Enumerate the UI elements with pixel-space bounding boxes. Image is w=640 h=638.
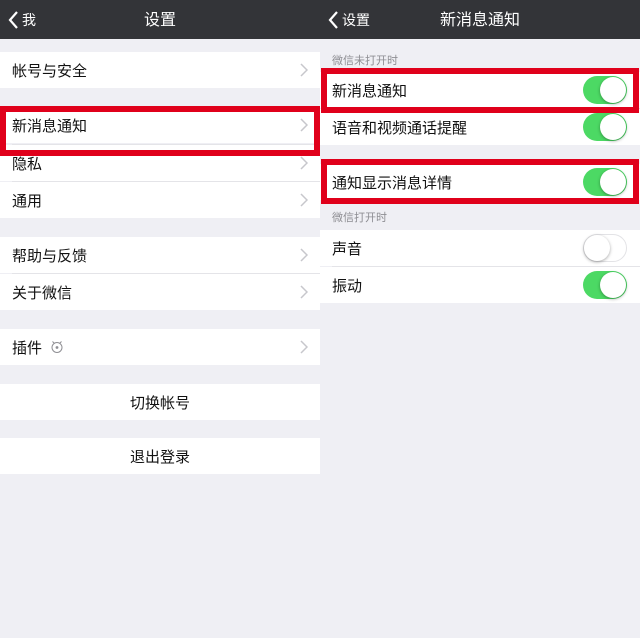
settings-item-general[interactable]: 通用 — [0, 182, 320, 218]
chevron-right-icon — [300, 340, 308, 354]
chevron-right-icon — [300, 63, 308, 77]
setting-row-voice-video: 语音和视频通话提醒 — [320, 109, 640, 145]
switch-account-label: 切换帐号 — [129, 393, 190, 412]
setting-label: 振动 — [332, 276, 363, 295]
chevron-right-icon — [300, 248, 308, 262]
settings-item-about[interactable]: 关于微信 — [0, 274, 320, 310]
highlight-box — [321, 159, 639, 204]
chevron-left-icon — [8, 10, 18, 29]
back-label: 我 — [22, 12, 36, 29]
setting-label: 声音 — [332, 239, 363, 258]
back-button[interactable]: 我 — [8, 0, 36, 39]
toggle-knob — [600, 114, 626, 140]
logout-label: 退出登录 — [129, 447, 190, 466]
plugin-icon — [51, 341, 63, 353]
chevron-left-icon — [328, 10, 338, 29]
toggle-knob — [584, 235, 610, 261]
back-label: 设置 — [342, 12, 370, 29]
item-label: 通用 — [12, 191, 43, 210]
item-label: 关于微信 — [12, 283, 73, 302]
notification-settings-panel: 设置 新消息通知 微信未打开时 新消息通知 语音和视频通话提醒 通知显示消息详情… — [320, 0, 640, 638]
switch-account-button[interactable]: 切换帐号 — [0, 384, 320, 420]
highlight-box — [321, 68, 639, 113]
nav-bar: 我 设置 — [0, 0, 320, 39]
voice-video-toggle[interactable] — [583, 113, 627, 141]
highlight-box — [0, 106, 320, 156]
back-button[interactable]: 设置 — [328, 0, 370, 39]
vibrate-toggle[interactable] — [583, 271, 627, 299]
item-label: 帮助与反馈 — [12, 246, 88, 265]
chevron-right-icon — [300, 156, 308, 170]
settings-item-help[interactable]: 帮助与反馈 — [0, 237, 320, 273]
setting-row-sound: 声音 — [320, 230, 640, 266]
nav-bar: 设置 新消息通知 — [320, 0, 640, 39]
settings-item-account-security[interactable]: 帐号与安全 — [0, 52, 320, 88]
sound-toggle[interactable] — [583, 234, 627, 262]
chevron-right-icon — [300, 193, 308, 207]
toggle-knob — [600, 272, 626, 298]
logout-button[interactable]: 退出登录 — [0, 438, 320, 474]
section-header-closed: 微信未打开时 — [332, 54, 398, 67]
section-header-open: 微信打开时 — [332, 211, 387, 224]
chevron-right-icon — [300, 285, 308, 299]
settings-item-plugins[interactable]: 插件 — [0, 329, 320, 365]
page-title: 设置 — [143, 10, 176, 29]
setting-label: 语音和视频通话提醒 — [332, 118, 468, 137]
setting-row-vibrate: 振动 — [320, 267, 640, 303]
item-label: 帐号与安全 — [12, 61, 88, 80]
item-label: 插件 — [12, 338, 43, 357]
settings-panel: 我 设置 帐号与安全 新消息通知 隐私 通用 帮助与反馈 关于微信 插件 切换帐… — [0, 0, 320, 638]
